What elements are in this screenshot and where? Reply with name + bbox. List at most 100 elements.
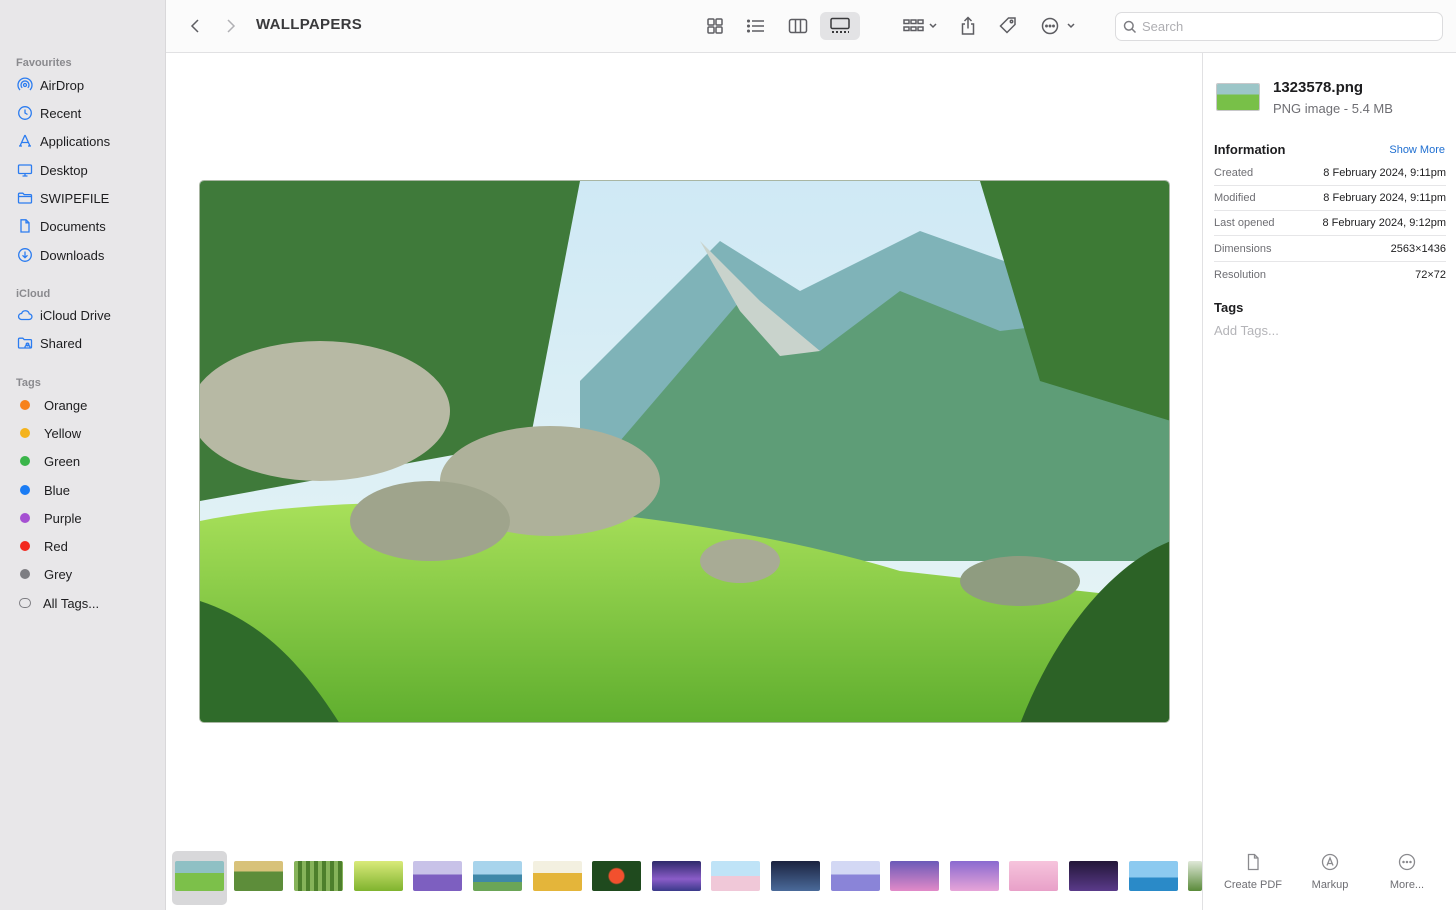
sidebar-tag-green[interactable]: Green bbox=[16, 449, 156, 473]
thumbnail[interactable] bbox=[950, 861, 999, 891]
thumbnail[interactable] bbox=[354, 861, 403, 891]
sidebar-item-label: iCloud Drive bbox=[40, 307, 111, 323]
sidebar-item-recent[interactable]: Recent bbox=[16, 101, 156, 125]
thumbnail-strip bbox=[166, 849, 1202, 907]
sidebar-item-icloud-drive[interactable]: iCloud Drive bbox=[16, 303, 156, 327]
more-actions-button[interactable] bbox=[1038, 12, 1078, 40]
group-button[interactable] bbox=[900, 12, 940, 40]
sidebar-item-label: Blue bbox=[44, 482, 71, 498]
search-icon bbox=[1123, 20, 1137, 34]
grid-icon bbox=[707, 18, 723, 34]
sidebar-item-swipefile[interactable]: SWIPEFILE bbox=[16, 186, 156, 210]
view-list-button[interactable] bbox=[739, 12, 773, 40]
thumbnail[interactable] bbox=[175, 861, 224, 891]
list-icon bbox=[746, 19, 764, 33]
cloud-icon bbox=[16, 306, 34, 324]
sidebar-tag-yellow[interactable]: Yellow bbox=[16, 421, 156, 445]
share-button[interactable] bbox=[956, 12, 980, 40]
tag-dot-icon bbox=[20, 456, 30, 466]
sidebar-item-label: Applications bbox=[40, 133, 111, 149]
gallery-view bbox=[166, 53, 1202, 910]
markup-button[interactable]: Markup bbox=[1292, 853, 1368, 891]
tag-dot-icon bbox=[20, 569, 30, 579]
thumbnail[interactable] bbox=[533, 861, 582, 891]
thumbnail[interactable] bbox=[771, 861, 820, 891]
back-button[interactable] bbox=[184, 12, 206, 40]
sidebar-tag-red[interactable]: Red bbox=[16, 534, 156, 558]
create-pdf-button[interactable]: Create PDF bbox=[1215, 853, 1291, 891]
shared-folder-icon bbox=[16, 334, 34, 352]
thumbnail[interactable] bbox=[473, 861, 522, 891]
document-icon bbox=[1247, 853, 1259, 871]
sidebar-tag-grey[interactable]: Grey bbox=[16, 562, 156, 586]
tag-dot-icon bbox=[20, 428, 30, 438]
info-key: Created bbox=[1214, 167, 1254, 179]
thumbnail[interactable] bbox=[1069, 861, 1118, 891]
document-icon bbox=[16, 217, 34, 235]
sidebar-item-label: Recent bbox=[40, 105, 82, 121]
sidebar-tag-blue[interactable]: Blue bbox=[16, 478, 156, 502]
info-value: 8 February 2024, 9:11pm bbox=[1323, 167, 1446, 179]
info-value: 2563×1436 bbox=[1390, 243, 1446, 255]
sidebar-item-label: SWIPEFILE bbox=[40, 190, 110, 206]
ellipsis-circle-icon bbox=[1041, 17, 1075, 35]
sidebar-tag-purple[interactable]: Purple bbox=[16, 506, 156, 530]
sidebar-item-desktop[interactable]: Desktop bbox=[16, 158, 156, 182]
tag-dot-icon bbox=[20, 513, 30, 523]
image-preview[interactable] bbox=[199, 180, 1170, 723]
info-inspector: 1323578.png PNG image - 5.4 MB Informati… bbox=[1202, 53, 1456, 910]
applications-icon bbox=[16, 132, 34, 150]
info-key: Modified bbox=[1214, 192, 1256, 204]
sidebar-item-label: Shared bbox=[40, 335, 82, 351]
thumbnail[interactable] bbox=[831, 861, 880, 891]
view-gallery-button[interactable] bbox=[820, 12, 860, 40]
landscape-preview-image bbox=[200, 181, 1169, 722]
sidebar-item-applications[interactable]: Applications bbox=[16, 129, 156, 153]
thumbnail[interactable] bbox=[1009, 861, 1058, 891]
sidebar-item-label: Green bbox=[44, 453, 81, 469]
thumbnail[interactable] bbox=[413, 861, 462, 891]
sidebar-section-icloud: iCloud bbox=[16, 288, 51, 300]
sidebar-item-downloads[interactable]: Downloads bbox=[16, 243, 156, 267]
sidebar-item-label: Desktop bbox=[40, 162, 88, 178]
thumbnail[interactable] bbox=[652, 861, 701, 891]
action-label: Create PDF bbox=[1223, 879, 1283, 891]
show-more-link[interactable]: Show More bbox=[1389, 144, 1445, 156]
info-row-created: Created 8 February 2024, 9:11pm bbox=[1214, 161, 1446, 186]
sidebar-tag-orange[interactable]: Orange bbox=[16, 393, 156, 417]
more-button[interactable]: More... bbox=[1369, 853, 1445, 891]
group-icon bbox=[903, 19, 937, 32]
thumbnail[interactable] bbox=[1129, 861, 1178, 891]
add-tags-field[interactable]: Add Tags... bbox=[1214, 323, 1279, 338]
thumbnail[interactable] bbox=[1188, 861, 1202, 891]
thumbnail[interactable] bbox=[294, 861, 343, 891]
file-kind: PNG image - 5.4 MB bbox=[1273, 101, 1393, 116]
ellipsis-circle-icon bbox=[1398, 853, 1416, 871]
sidebar-item-airdrop[interactable]: AirDrop bbox=[16, 73, 156, 97]
thumbnail[interactable] bbox=[890, 861, 939, 891]
thumbnail[interactable] bbox=[711, 861, 760, 891]
download-icon bbox=[16, 246, 34, 264]
sidebar-item-label: AirDrop bbox=[40, 77, 85, 93]
sidebar: Favourites AirDrop Recent Applications D… bbox=[0, 0, 166, 910]
view-icons-button[interactable] bbox=[698, 12, 732, 40]
action-label: Markup bbox=[1311, 879, 1349, 891]
chevron-left-icon bbox=[190, 19, 199, 33]
sidebar-item-documents[interactable]: Documents bbox=[16, 214, 156, 238]
thumbnail[interactable] bbox=[592, 861, 641, 891]
sidebar-item-label: Yellow bbox=[44, 425, 82, 441]
info-row-last-opened: Last opened 8 February 2024, 9:12pm bbox=[1214, 211, 1446, 236]
airdrop-icon bbox=[16, 76, 34, 94]
tag-button[interactable] bbox=[996, 12, 1020, 40]
view-columns-button[interactable] bbox=[781, 12, 815, 40]
desktop-icon bbox=[16, 161, 34, 179]
toolbar: WALLPAPERS Search bbox=[166, 0, 1456, 53]
thumbnail[interactable] bbox=[234, 861, 283, 891]
info-value: 8 February 2024, 9:11pm bbox=[1323, 192, 1446, 204]
sidebar-tag-all[interactable]: All Tags... bbox=[16, 591, 156, 615]
tag-dot-icon bbox=[20, 541, 30, 551]
forward-button[interactable] bbox=[220, 12, 242, 40]
info-row-dimensions: Dimensions 2563×1436 bbox=[1214, 237, 1446, 262]
search-input[interactable]: Search bbox=[1115, 12, 1443, 41]
sidebar-item-shared[interactable]: Shared bbox=[16, 331, 156, 355]
